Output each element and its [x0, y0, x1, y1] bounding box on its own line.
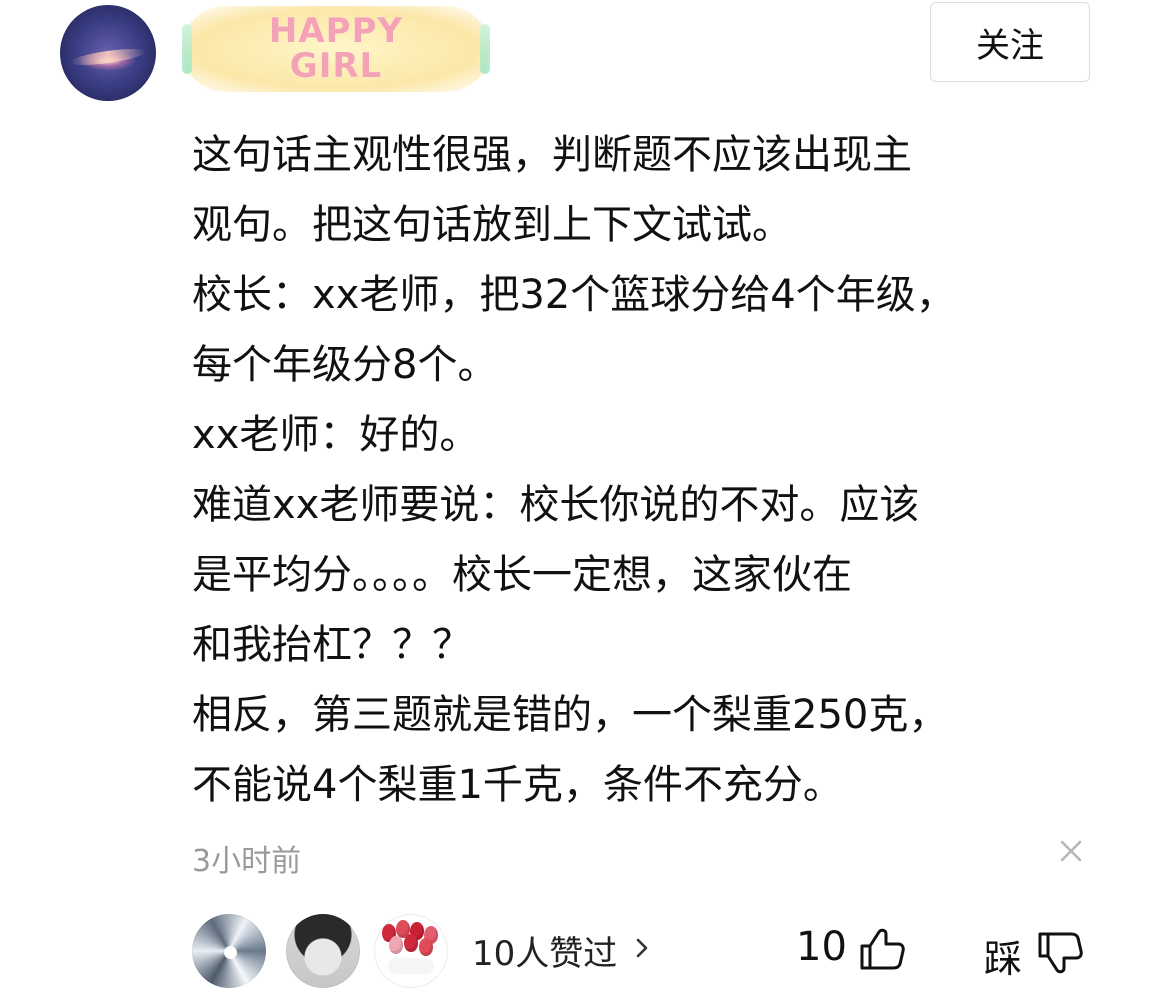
thumb-down-icon[interactable] [1034, 928, 1088, 976]
comment-line: 每个年级分8个。 [192, 342, 498, 388]
comment-line: 难道xx老师要说：校长你说的不对。应该 [192, 482, 920, 528]
comment-line: 校长：xx老师，把32个篮球分给4个年级， [192, 272, 956, 318]
liker-avatar[interactable] [192, 914, 266, 988]
comment-line: 相反，第三题就是错的，一个梨重250克， [192, 692, 949, 738]
user-avatar[interactable] [60, 5, 156, 101]
thumb-up-icon[interactable] [856, 926, 908, 972]
liker-avatar[interactable] [286, 914, 360, 988]
comment-line: xx老师：好的。 [192, 412, 480, 458]
liker-avatar[interactable] [374, 914, 448, 988]
chevron-right-icon[interactable] [634, 936, 650, 960]
balloon-icon [389, 936, 403, 954]
comment-text: 这句话主观性很强，判断题不应该出现主 观句。把这句话放到上下文试试。 校长：xx… [192, 120, 1092, 820]
comment-meta: 3小时前 [192, 830, 1092, 880]
comment-line: 观句。把这句话放到上下文试试。 [192, 202, 792, 248]
comment-actions: 10人赞过 10 踩 [192, 910, 1092, 990]
username-badge[interactable]: HAPPY GIRL [182, 6, 490, 92]
comment-line: 和我抬杠？？？ [192, 622, 472, 668]
comment-line: 不能说4个梨重1千克，条件不充分。 [192, 762, 843, 808]
likes-summary[interactable]: 10人赞过 [472, 926, 617, 975]
balloon-icon [419, 938, 433, 956]
comment-line: 是平均分。。。。校长一定想，这家伙在 [192, 552, 852, 598]
avatar-tag [388, 958, 434, 974]
follow-button[interactable]: 关注 [930, 2, 1090, 82]
close-icon[interactable] [1058, 838, 1084, 864]
dislike-label[interactable]: 踩 [984, 928, 1022, 983]
like-count: 10 [796, 924, 847, 970]
username-text: HAPPY GIRL [268, 11, 404, 86]
comment-line: 这句话主观性很强，判断题不应该出现主 [192, 132, 912, 178]
balloon-icon [404, 934, 418, 952]
timestamp: 3小时前 [192, 844, 302, 879]
